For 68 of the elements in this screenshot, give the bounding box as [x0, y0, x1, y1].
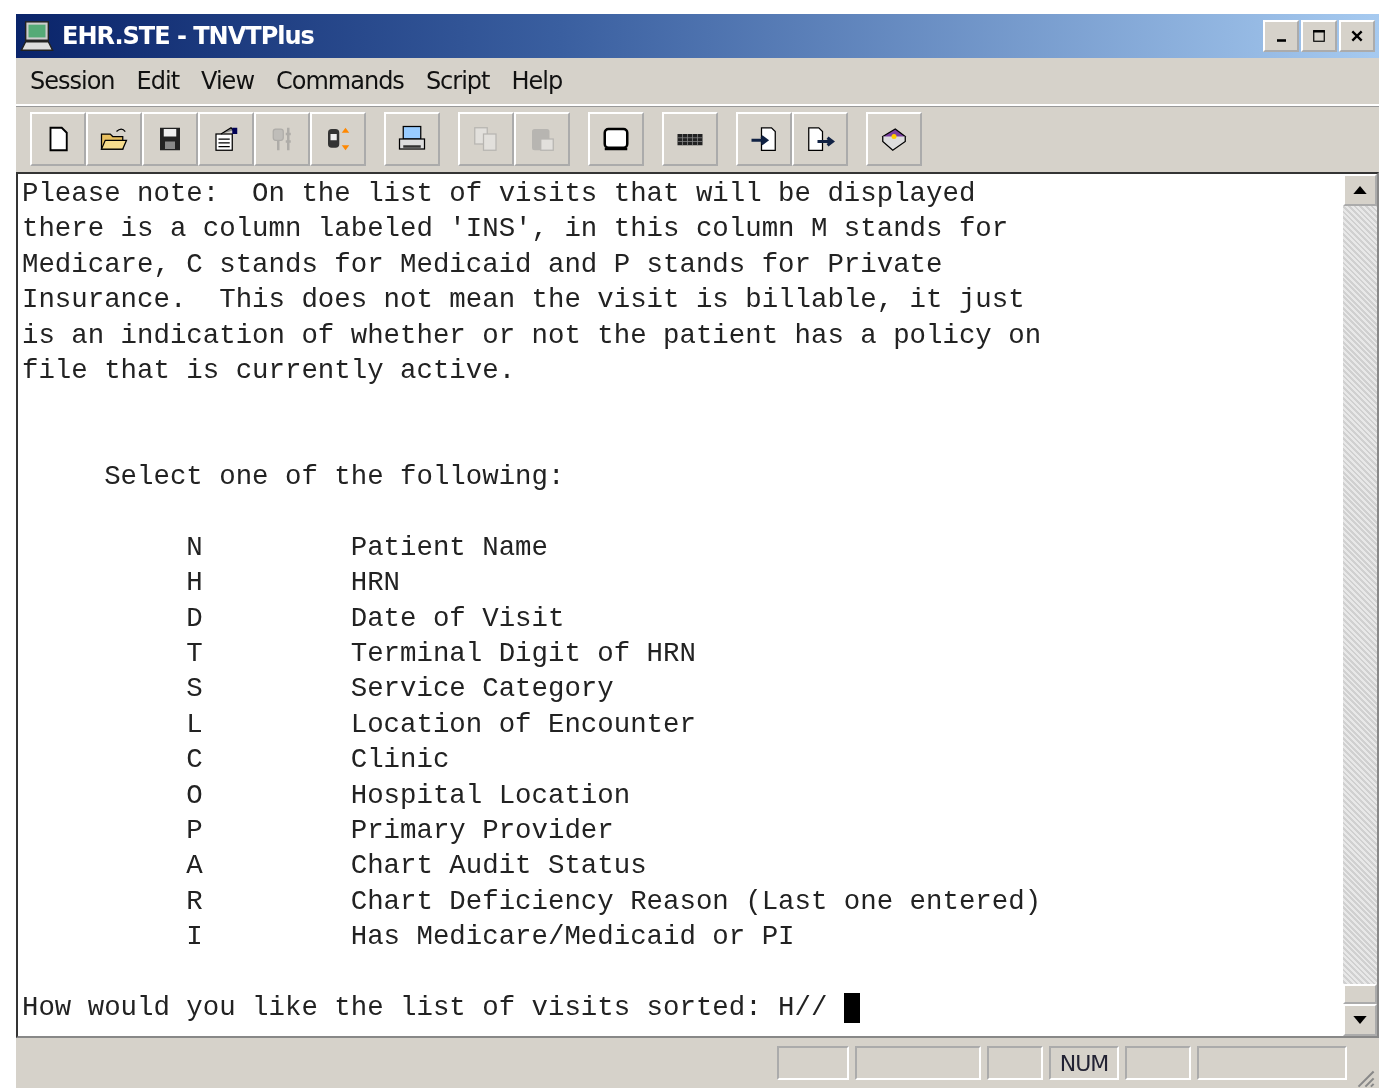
option-label: Date of Visit [350, 602, 565, 634]
status-panel [1125, 1046, 1191, 1080]
status-panel [777, 1046, 849, 1080]
close-icon [1350, 29, 1364, 43]
option-label: Terminal Digit of HRN [350, 638, 696, 670]
minimize-icon [1276, 39, 1286, 42]
option-key: R [186, 883, 351, 920]
option-label: Primary Provider [350, 815, 614, 847]
option-key: I [186, 919, 351, 955]
terminal-text: file that is currently active. [22, 354, 516, 386]
num-lock-indicator: NUM [1049, 1046, 1119, 1080]
menu-item[interactable]: Edit [128, 67, 194, 95]
scroll-up-button[interactable] [1343, 174, 1377, 206]
option-label: Patient Name [350, 531, 548, 563]
menu-item[interactable]: Session [22, 67, 129, 95]
prompt-text: How would you like the list of visits sorted: H// [22, 992, 828, 1023]
help-icon[interactable] [866, 112, 922, 166]
option-key: L [186, 706, 351, 743]
print-icon[interactable] [384, 112, 440, 166]
up-arrow-icon [1353, 186, 1367, 194]
terminal-text: there is a column labeled 'INS', in this column M stands for [22, 213, 1009, 245]
option-key: H [186, 565, 351, 601]
option-key: A [186, 848, 351, 884]
scroll-down-button[interactable] [1343, 1004, 1377, 1036]
menu-item[interactable]: Script [417, 67, 504, 95]
terminal-text: Select one of the following: [104, 461, 565, 493]
menu-item[interactable]: View [193, 67, 268, 95]
minimize-button[interactable] [1263, 20, 1299, 52]
option-label: Chart Deficiency Reason (Last one entered) [350, 885, 1042, 917]
export-icon[interactable] [792, 112, 848, 166]
new-icon[interactable] [30, 112, 86, 166]
transfer-icon[interactable] [310, 112, 366, 166]
close-button[interactable] [1339, 20, 1375, 52]
maximize-icon [1312, 29, 1326, 43]
text-cursor [843, 992, 860, 1023]
terminal-text: Insurance. This does not mean the visit is billable, it just [22, 284, 1025, 316]
option-key: O [186, 777, 351, 814]
option-label: Service Category [350, 673, 614, 705]
option-key: C [186, 742, 351, 778]
properties-icon[interactable] [198, 112, 254, 166]
terminal-text: is an indication of whether or not the patient has a policy on [22, 319, 1042, 351]
option-label: HRN [350, 567, 401, 599]
import-icon[interactable] [736, 112, 792, 166]
screen-icon[interactable] [588, 112, 644, 166]
down-arrow-icon [1353, 1016, 1367, 1024]
save-icon[interactable] [142, 112, 198, 166]
terminal-text: Please note: On the list of visits that will be displayed [22, 178, 976, 209]
option-key: T [186, 636, 351, 672]
option-label: Hospital Location [350, 779, 631, 811]
window-title: EHR.STE - TNVTPlus [62, 22, 314, 50]
option-label: Has Medicare/Medicaid or PI [350, 921, 795, 953]
computer-icon [20, 19, 54, 53]
option-label: Location of Encounter [350, 708, 696, 740]
option-label: Clinic [350, 744, 450, 776]
menu-item[interactable]: Commands [268, 67, 418, 95]
terminal-text: Medicare, C stands for Medicaid and P stands for Private [22, 248, 943, 280]
option-key: N [186, 529, 351, 566]
option-key: P [186, 813, 351, 849]
maximize-button[interactable] [1301, 20, 1337, 52]
vertical-scrollbar[interactable] [1343, 174, 1377, 1036]
menu-item[interactable]: Help [503, 67, 577, 95]
option-label: Chart Audit Status [350, 850, 647, 882]
option-key: S [186, 671, 351, 707]
scrollbar-thumb[interactable] [1343, 984, 1377, 1004]
status-panel [987, 1046, 1043, 1080]
option-key: D [186, 600, 351, 637]
open-icon[interactable] [86, 112, 142, 166]
keyboard-icon[interactable] [662, 112, 718, 166]
